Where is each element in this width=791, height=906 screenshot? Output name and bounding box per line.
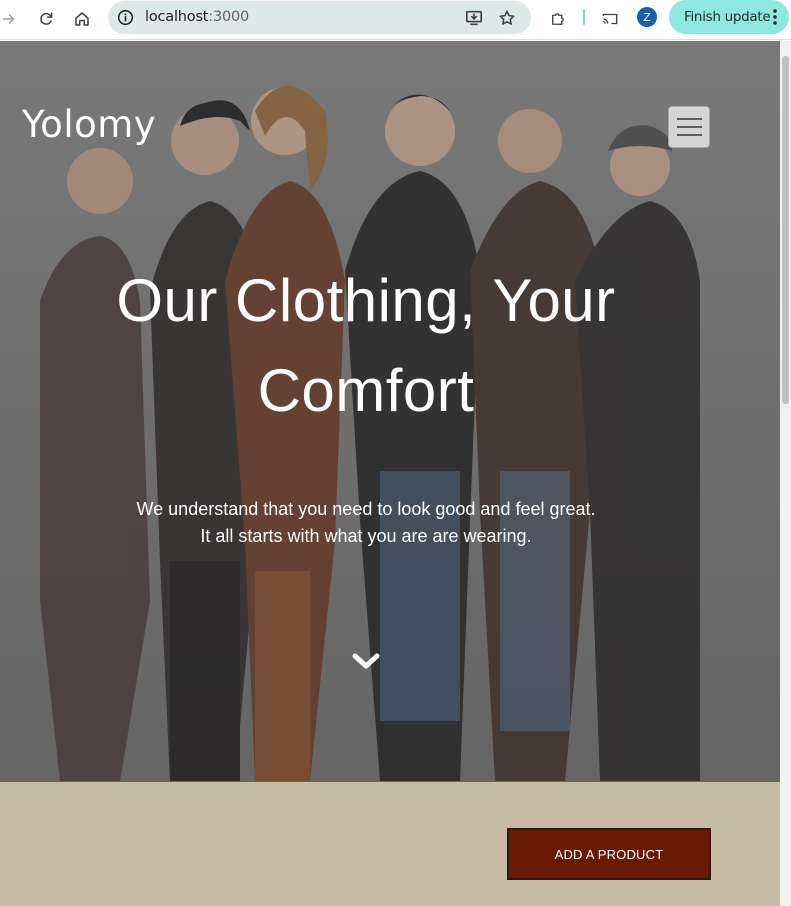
menu-bar [677,126,702,128]
forward-arrow-icon[interactable] [0,6,22,32]
kebab-menu-icon [773,9,777,25]
brand-logo[interactable]: Yolomy [22,103,156,146]
toolbar-divider [583,9,585,25]
page-scrollbar[interactable] [780,41,791,906]
reload-icon[interactable] [33,6,59,32]
home-icon[interactable] [69,6,95,32]
hero-headline: Our Clothing, Your Comfort [116,267,616,424]
scrollbar-thumb[interactable] [782,56,789,404]
url-text: localhost:3000 [145,9,249,25]
hero-section: Yolomy Our Clothing, Your Comfort We und… [0,41,780,782]
page-viewport: Yolomy Our Clothing, Your Comfort We und… [0,41,791,906]
puzzle-icon[interactable] [545,6,571,32]
url-host: localhost [145,9,209,25]
address-bar[interactable]: localhost:3000 [108,1,531,34]
url-port: :3000 [208,9,250,25]
action-band: ADD A PRODUCT [0,782,780,906]
finish-update-button[interactable]: Finish update [669,0,789,34]
star-icon[interactable] [497,8,517,28]
chevron-down-icon[interactable] [351,651,381,671]
menu-bar [677,134,702,136]
menu-bar [677,118,702,120]
browser-toolbar: localhost:3000 Z Finish update [0,0,791,40]
finish-update-label: Finish update [684,9,771,25]
hamburger-icon[interactable] [668,106,710,148]
cast-icon[interactable] [597,6,623,32]
hero-subtext-line-1: We understand that you need to look good… [136,499,596,519]
add-product-button[interactable]: ADD A PRODUCT [507,828,711,880]
install-app-icon[interactable] [464,8,484,28]
hero-subtext: We understand that you need to look good… [60,496,672,550]
info-icon[interactable] [117,9,134,26]
profile-avatar[interactable]: Z [637,7,657,27]
hero-subtext-line-2: It all starts with what you are are wear… [200,526,532,546]
